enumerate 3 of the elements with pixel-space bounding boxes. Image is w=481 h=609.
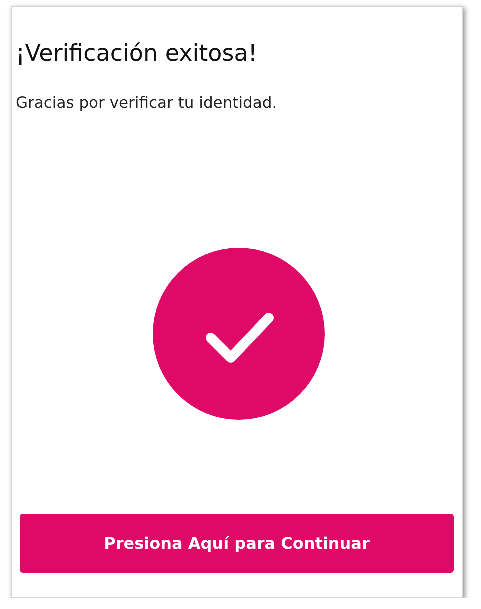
message-text: Gracias por verificar tu identidad. — [16, 94, 278, 112]
continue-button[interactable]: Presiona Aquí para Continuar — [20, 514, 454, 573]
page-title: ¡Verificación exitosa! — [16, 41, 258, 67]
